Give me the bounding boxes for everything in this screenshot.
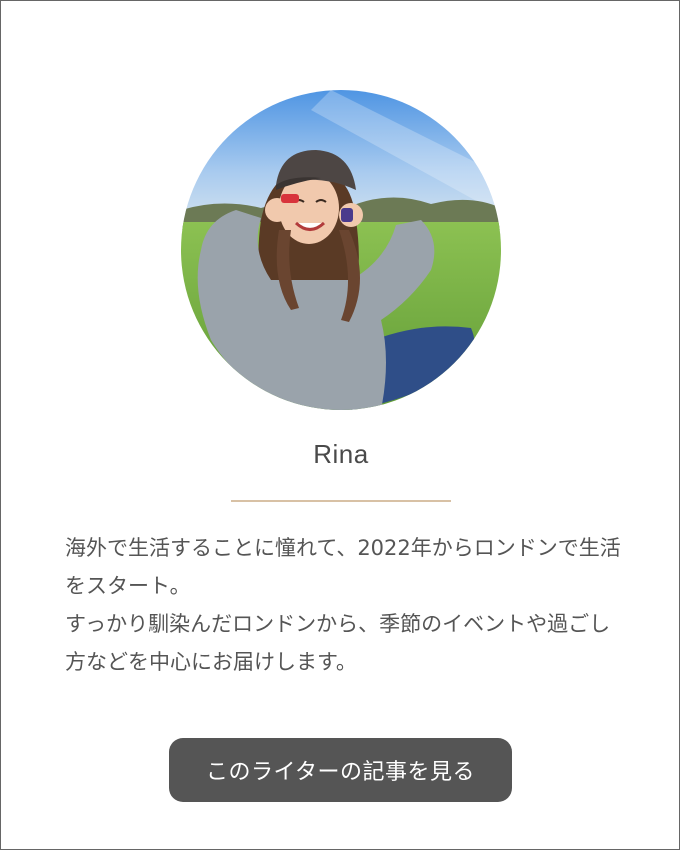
writer-bio: 海外で生活することに憧れて、2022年からロンドンで生活をスタート。 すっかり馴… — [65, 529, 625, 681]
writer-name: Rina — [313, 439, 369, 469]
bio-line: 海外で生活することに憧れて、2022年からロンドンで生活をスタート。 — [65, 536, 621, 598]
profile-photo-icon — [181, 90, 501, 410]
writer-profile-card: Rina 海外で生活することに憧れて、2022年からロンドンで生活をスタート。 … — [0, 0, 680, 850]
profile-photo — [181, 90, 501, 410]
view-writer-articles-button[interactable]: このライターの記事を見る — [169, 738, 512, 802]
bio-line: すっかり馴染んだロンドンから、季節のイベントや過ごし方などを中心にお届けします。 — [65, 612, 611, 674]
name-divider — [231, 500, 451, 502]
